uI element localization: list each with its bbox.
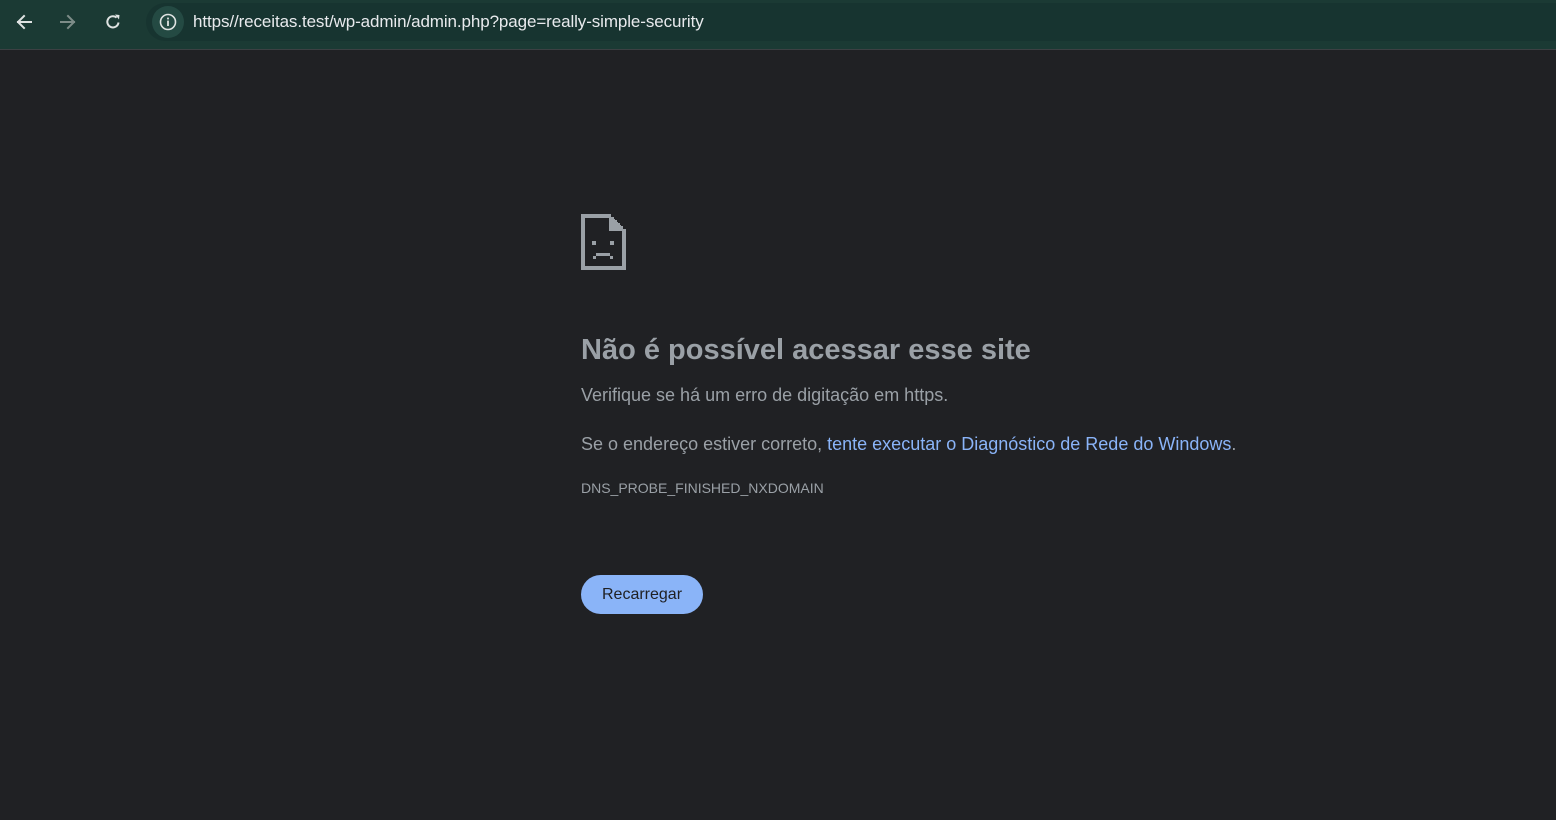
error-content: Não é possível acessar esse site Verifiq…: [581, 214, 1341, 498]
address-bar[interactable]: https//receitas.test/wp-admin/admin.php?…: [146, 3, 1556, 41]
arrow-left-icon: [16, 14, 32, 30]
forward-button[interactable]: [50, 5, 86, 39]
error-code: DNS_PROBE_FINISHED_NXDOMAIN: [581, 480, 824, 496]
info-icon: [159, 13, 177, 31]
sad-page-icon: [581, 214, 626, 270]
reload-page-button[interactable]: [95, 5, 131, 39]
reload-icon: [106, 14, 120, 29]
url-text[interactable]: https//receitas.test/wp-admin/admin.php?…: [193, 12, 704, 32]
diagnostics-message: Se o endereço estiver correto, tente exe…: [581, 431, 1341, 457]
diagnostics-message-prefix: Se o endereço estiver correto,: [581, 434, 828, 454]
site-info-button[interactable]: [152, 6, 184, 38]
network-diagnostics-link[interactable]: tente executar o Diagnóstico de Rede do …: [827, 434, 1231, 454]
reload-button[interactable]: Recarregar: [581, 575, 703, 614]
diagnostics-message-suffix: .: [1231, 434, 1237, 454]
back-button[interactable]: [6, 5, 42, 39]
browser-toolbar: https//receitas.test/wp-admin/admin.php?…: [0, 0, 1556, 50]
error-title: Não é possível acessar esse site: [581, 334, 1031, 366]
arrow-right-icon: [60, 14, 76, 30]
typo-message: Verifique se há um erro de digitação em …: [581, 385, 949, 405]
